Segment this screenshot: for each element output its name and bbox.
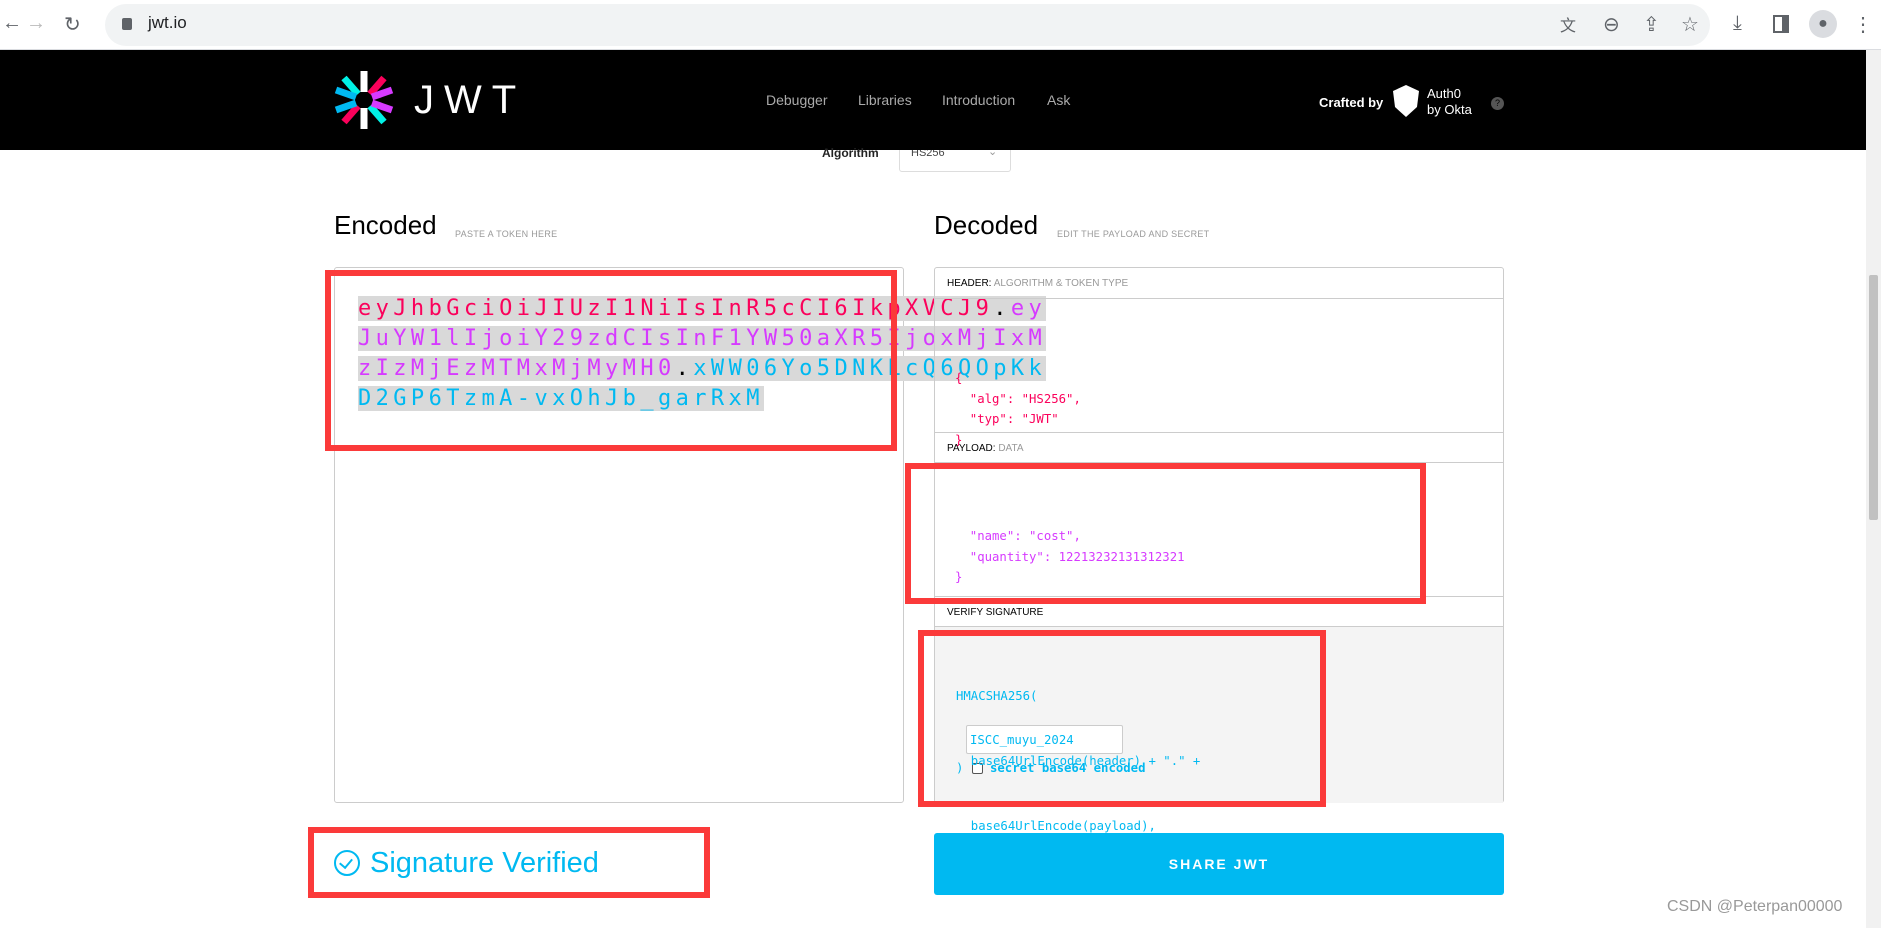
verify-signature-body: HMACSHA256( base64UrlEncode(header) + ".… [935, 627, 1503, 833]
code-line: HMACSHA256( [956, 689, 1038, 703]
url-text[interactable]: jwt.io [148, 13, 187, 33]
payload-sublabel: DATA [998, 443, 1024, 454]
lock-icon[interactable] [122, 18, 132, 30]
header-label: HEADER: [947, 278, 992, 289]
payload-section-label: PAYLOAD: DATA [935, 432, 1503, 463]
verify-label: VERIFY SIGNATURE [947, 607, 1044, 618]
nav-debugger[interactable]: Debugger [766, 92, 828, 108]
profile-icon[interactable]: ● [1809, 10, 1837, 38]
zoom-icon[interactable]: ⊖ [1603, 12, 1620, 37]
decoded-subtitle: EDIT THE PAYLOAD AND SECRET [1057, 229, 1210, 239]
site-header: JWT Debugger Libraries Introduction Ask … [0, 50, 1866, 150]
reload-icon[interactable]: ↻ [64, 12, 81, 37]
share-icon[interactable]: ⇪ [1643, 12, 1660, 37]
verify-code: HMACSHA256( base64UrlEncode(header) + ".… [956, 643, 1276, 833]
annotation-box-status [308, 827, 710, 898]
jwt-logo-icon[interactable] [334, 70, 394, 130]
address-bar[interactable] [105, 4, 1710, 46]
auth0-line2: by Okta [1427, 102, 1472, 117]
crafted-by-text: Crafted by [1319, 95, 1384, 110]
payload-label: PAYLOAD: [947, 443, 996, 454]
download-icon[interactable]: ⤓ [1733, 12, 1742, 35]
code-line: "alg": "HS256", [955, 391, 1081, 406]
auth0-shield-icon[interactable] [1393, 85, 1419, 117]
browser-toolbar: ← → ↻ jwt.io 文 ⊖ ⇪ ☆ ⤓ ● ⋮ [0, 0, 1881, 50]
logo-text: JWT [414, 78, 527, 122]
scrollbar-thumb[interactable] [1869, 275, 1878, 520]
header-sublabel: ALGORITHM & TOKEN TYPE [993, 278, 1129, 289]
watermark: CSDN @Peterpan00000 [1667, 898, 1843, 915]
nav-libraries[interactable]: Libraries [858, 92, 912, 108]
sidepanel-icon[interactable] [1773, 15, 1789, 33]
translate-icon[interactable]: 文 [1560, 12, 1576, 36]
code-line: base64UrlEncode(header) + "." + [956, 754, 1201, 768]
encoded-title: Encoded [334, 210, 437, 240]
algorithm-label: Algorithm [822, 146, 879, 160]
help-icon[interactable]: ? [1491, 97, 1504, 110]
back-icon[interactable]: ← [2, 12, 22, 35]
star-icon[interactable]: ☆ [1681, 12, 1699, 37]
code-line: "typ": "JWT" [955, 412, 1059, 426]
annotation-box-payload [905, 463, 1426, 604]
encoded-subtitle: PASTE A TOKEN HERE [455, 229, 558, 239]
forward-icon[interactable]: → [26, 12, 46, 35]
nav-introduction[interactable]: Introduction [942, 92, 1015, 108]
nav-ask[interactable]: Ask [1047, 92, 1070, 108]
auth0-line1: Auth0 [1427, 86, 1461, 101]
annotation-box-token [325, 270, 897, 451]
menu-icon[interactable]: ⋮ [1853, 12, 1873, 37]
code-line: base64UrlEncode(payload), [956, 819, 1156, 833]
decoded-title: Decoded [934, 210, 1039, 240]
header-section-label: HEADER: ALGORITHM & TOKEN TYPE [935, 268, 1503, 299]
code-line: { [955, 371, 963, 385]
